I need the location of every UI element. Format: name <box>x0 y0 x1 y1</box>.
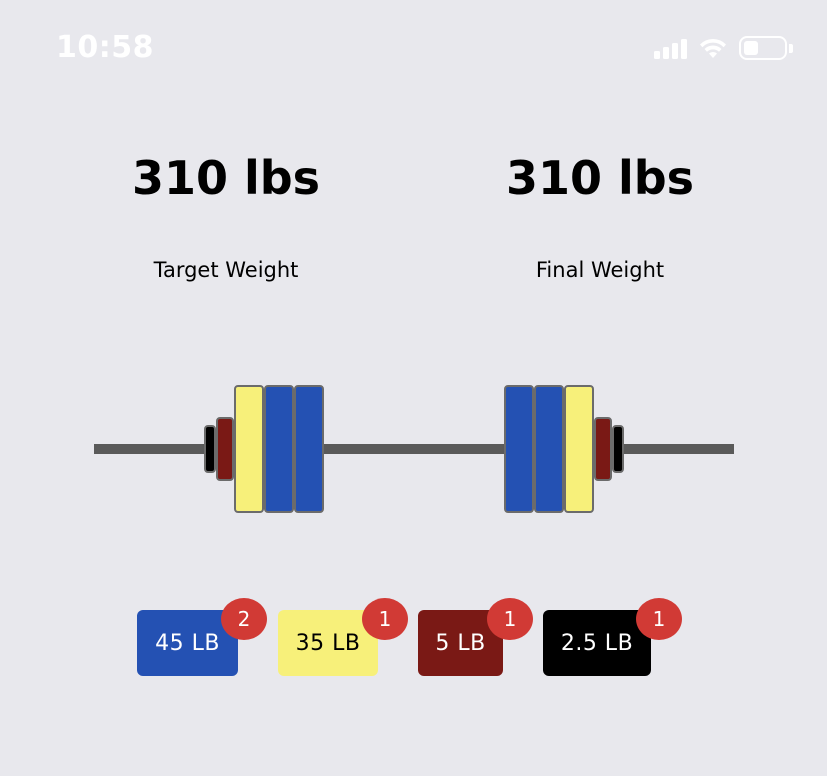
plate-45lb-label: 45 LB <box>155 630 220 656</box>
target-weight-block: 310 lbs Target Weight <box>76 148 376 282</box>
plate-2.5lb-left <box>204 425 216 473</box>
plate-2.5lb-label: 2.5 LB <box>560 630 634 656</box>
plate-5lb-count-badge: 1 <box>487 598 533 640</box>
target-weight-label: Target Weight <box>153 258 299 282</box>
plate-35lb-left <box>234 385 264 513</box>
plate-2.5lb-right <box>612 425 624 473</box>
plate-45lb-left-2 <box>294 385 324 513</box>
final-weight-value: 310 lbs <box>505 151 695 205</box>
final-weight-label: Final Weight <box>535 258 665 282</box>
plate-2.5lb-count-badge: 1 <box>636 598 682 640</box>
plate-5lb-right <box>594 417 612 481</box>
final-weight-block: 310 lbs Final Weight <box>450 148 750 282</box>
plate-45lb-right-1 <box>504 385 534 513</box>
target-weight-value: 310 lbs <box>131 151 321 205</box>
battery-icon <box>739 36 793 60</box>
plate-2.5lb-button[interactable]: 2.5 LB <box>543 610 651 676</box>
plate-35lb-label: 35 LB <box>295 630 361 656</box>
barbell-bar <box>94 444 734 454</box>
plate-5lb-left <box>216 417 234 481</box>
plate-35lb-count-badge: 1 <box>362 598 408 640</box>
plate-selector: 45 LB 2 35 LB 1 5 LB 1 2.5 LB 1 <box>0 598 827 690</box>
plate-45lb-count-badge: 2 <box>221 598 267 640</box>
plate-45lb-right-2 <box>534 385 564 513</box>
plate-5lb-label: 5 LB <box>435 630 486 656</box>
plate-35lb-right <box>564 385 594 513</box>
cellular-signal-icon <box>654 37 687 59</box>
barbell-diagram <box>0 380 827 520</box>
status-time: 10:58 <box>56 30 154 65</box>
status-icons <box>654 36 793 60</box>
plate-45lb-left-1 <box>264 385 294 513</box>
wifi-icon <box>700 38 726 58</box>
